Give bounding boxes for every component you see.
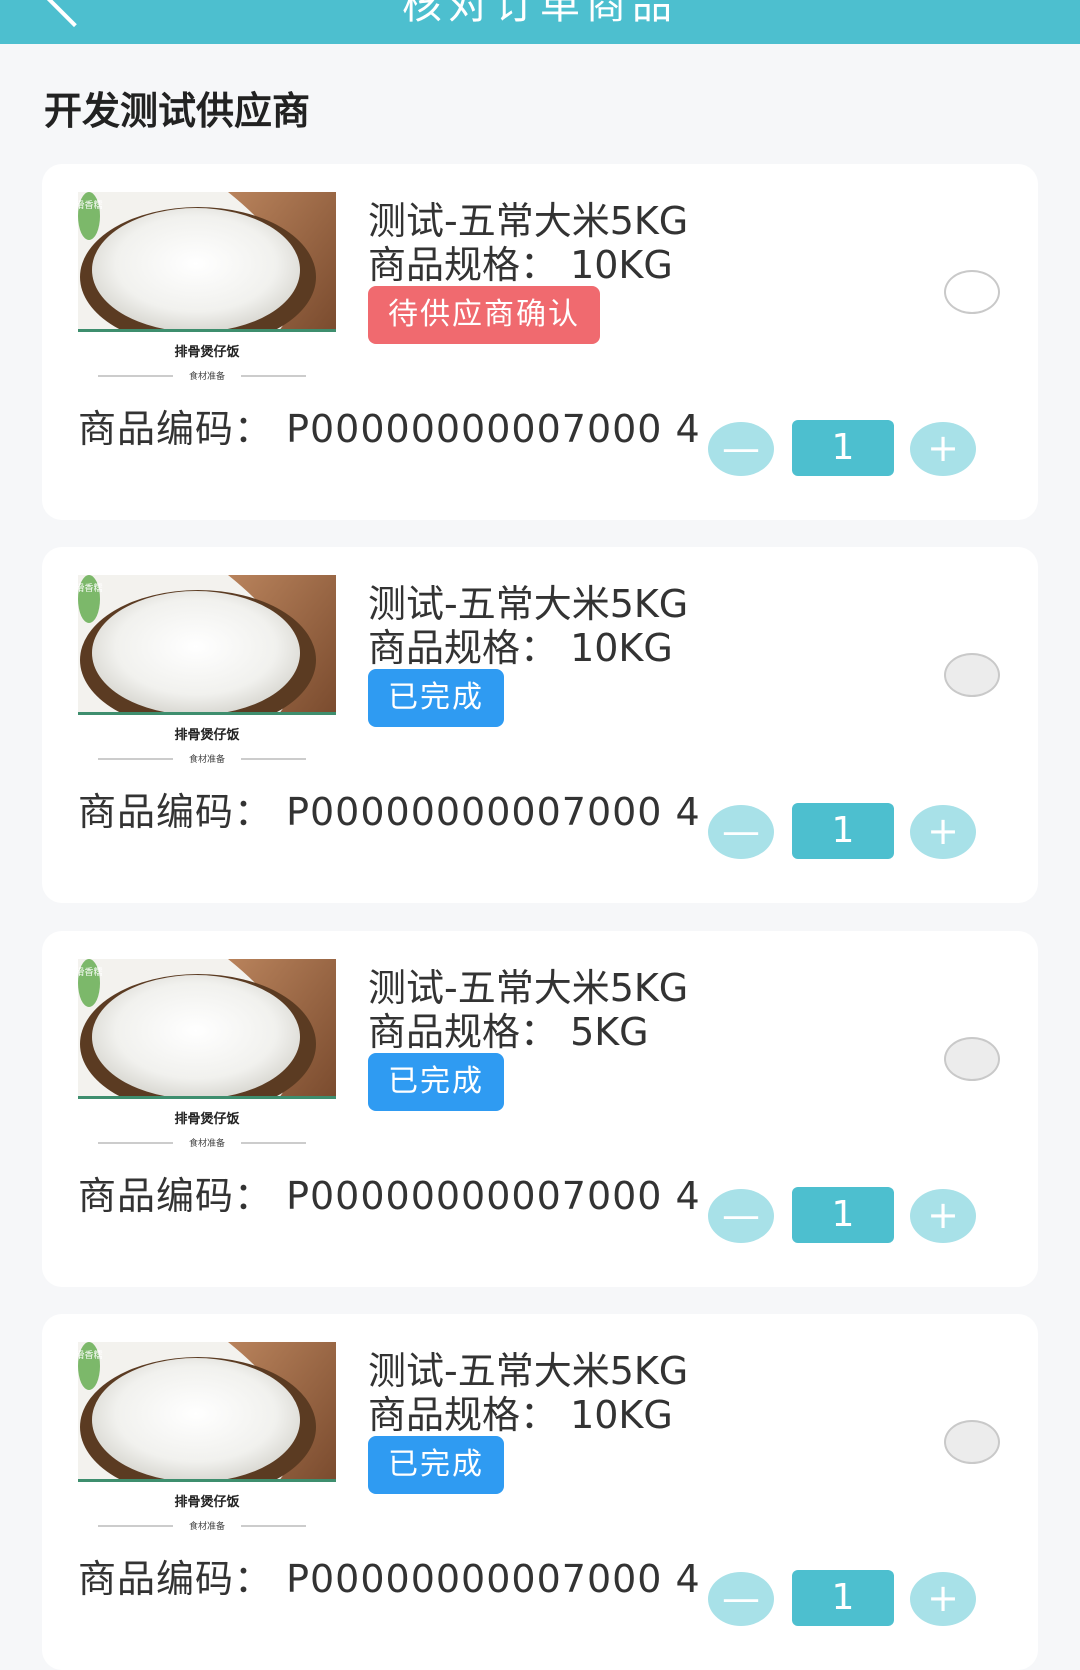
image-subcaption: 食材准备 [189, 370, 225, 382]
supplier-name: 开发测试供应商 [44, 89, 311, 133]
increase-quantity-button[interactable]: + [910, 805, 976, 859]
select-radio[interactable] [944, 270, 1000, 314]
order-item-card: 滑香糯 排骨煲仔饭 食材准备 测试-五常大米5KG 商品规格： 5KG 已完成 … [42, 931, 1038, 1287]
rice-bowl-image: 滑香糯 排骨煲仔饭 食材准备 [78, 192, 336, 384]
status-badge: 已完成 [368, 1436, 504, 1494]
page-title: 核对订单商品 [402, 0, 678, 28]
image-subcaption: 食材准备 [189, 1137, 225, 1149]
quantity-value[interactable]: 1 [792, 803, 894, 859]
increase-quantity-button[interactable]: + [910, 1572, 976, 1626]
select-radio[interactable] [944, 653, 1000, 697]
select-radio[interactable] [944, 1420, 1000, 1464]
image-subcaption: 食材准备 [189, 1520, 225, 1532]
increase-quantity-button[interactable]: + [910, 422, 976, 476]
quantity-value[interactable]: 1 [792, 1187, 894, 1243]
rice-bowl-image: 滑香糯 排骨煲仔饭 食材准备 [78, 1342, 336, 1534]
image-badge-text: 滑香糯 [78, 1349, 103, 1361]
image-caption: 排骨煲仔饭 [174, 1111, 239, 1127]
image-caption: 排骨煲仔饭 [174, 344, 239, 360]
status-badge: 已完成 [368, 1053, 504, 1111]
decrease-quantity-button[interactable]: — [708, 1189, 774, 1243]
product-spec: 商品规格： 10KG [368, 243, 673, 287]
product-code: 商品编码： P00000000007000 4 [78, 790, 701, 834]
product-spec: 商品规格： 10KG [368, 626, 673, 670]
order-item-card: 滑香糯 排骨煲仔饭 食材准备 测试-五常大米5KG 商品规格： 10KG 已完成… [42, 1314, 1038, 1670]
rice-bowl-image: 滑香糯 排骨煲仔饭 食材准备 [78, 575, 336, 767]
image-caption: 排骨煲仔饭 [174, 1494, 239, 1510]
image-badge-text: 滑香糯 [78, 199, 103, 211]
product-code: 商品编码： P00000000007000 4 [78, 1174, 701, 1218]
status-badge: 待供应商确认 [368, 286, 600, 344]
image-badge-text: 滑香糯 [78, 966, 103, 978]
rice-bowl-image: 滑香糯 排骨煲仔饭 食材准备 [78, 959, 336, 1151]
status-badge: 已完成 [368, 669, 504, 727]
product-spec: 商品规格： 5KG [368, 1010, 649, 1054]
select-radio[interactable] [944, 1037, 1000, 1081]
image-subcaption: 食材准备 [189, 753, 225, 765]
increase-quantity-button[interactable]: + [910, 1189, 976, 1243]
quantity-value[interactable]: 1 [792, 420, 894, 476]
product-thumbnail[interactable]: 滑香糯 排骨煲仔饭 食材准备 [78, 1342, 336, 1534]
image-caption: 排骨煲仔饭 [174, 727, 239, 743]
decrease-quantity-button[interactable]: — [708, 1572, 774, 1626]
product-thumbnail[interactable]: 滑香糯 排骨煲仔饭 食材准备 [78, 959, 336, 1151]
quantity-value[interactable]: 1 [792, 1570, 894, 1626]
top-nav-bar: 核对订单商品 [0, 0, 1080, 44]
order-item-card: 滑香糯 排骨煲仔饭 食材准备 测试-五常大米5KG 商品规格： 10KG 待供应… [42, 164, 1038, 520]
image-badge-text: 滑香糯 [78, 582, 103, 594]
product-thumbnail[interactable]: 滑香糯 排骨煲仔饭 食材准备 [78, 575, 336, 767]
decrease-quantity-button[interactable]: — [708, 805, 774, 859]
product-code: 商品编码： P00000000007000 4 [78, 407, 701, 451]
order-item-card: 滑香糯 排骨煲仔饭 食材准备 测试-五常大米5KG 商品规格： 10KG 已完成… [42, 547, 1038, 903]
decrease-quantity-button[interactable]: — [708, 422, 774, 476]
product-thumbnail[interactable]: 滑香糯 排骨煲仔饭 食材准备 [78, 192, 336, 384]
product-spec: 商品规格： 10KG [368, 1393, 673, 1437]
product-code: 商品编码： P00000000007000 4 [78, 1557, 701, 1601]
